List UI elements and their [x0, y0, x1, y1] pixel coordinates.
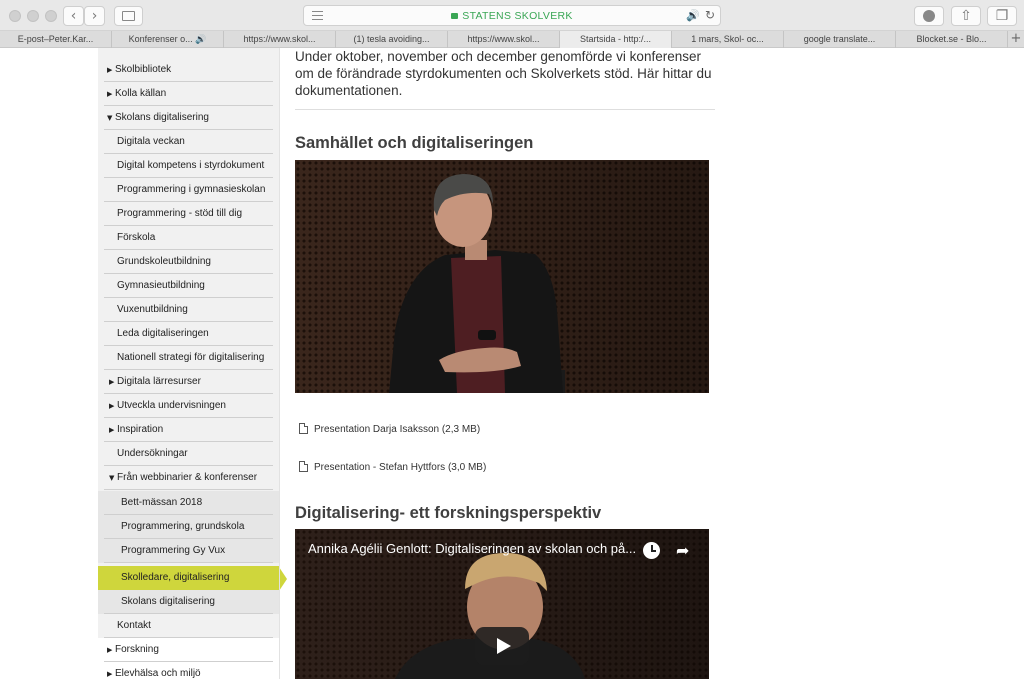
sidebar-item-programmering-grundskola[interactable]: Programmering, grundskola	[98, 515, 279, 539]
triangle-down-icon: ▼	[109, 474, 115, 482]
sidebar-icon	[122, 11, 135, 21]
tabs-icon: ❐	[995, 8, 1009, 24]
tab-item[interactable]: Konferenser o... 🔊	[112, 31, 224, 48]
sidebar-item-digitala-veckan[interactable]: Digitala veckan	[98, 130, 279, 154]
chevron-right-icon: ›	[91, 8, 98, 24]
selected-item-arrow	[279, 567, 287, 591]
section-heading: Samhället och digitaliseringen	[295, 134, 534, 152]
tabs-overview-button[interactable]: ❐	[987, 6, 1017, 26]
share-icon: ⇧	[960, 8, 972, 24]
triangle-right-icon: ▶	[107, 90, 113, 98]
main-content: Under oktober, november och december gen…	[295, 48, 715, 679]
download-link[interactable]: Presentation Darja Isaksson (2,3 MB)	[299, 421, 480, 437]
sidebar-item-nationell-strategi[interactable]: Nationell strategi för digitalisering	[98, 346, 279, 370]
tab-item-active[interactable]: Startsida - http:/...	[560, 31, 672, 48]
play-button[interactable]	[475, 627, 529, 665]
speaker-figure-1	[389, 174, 565, 393]
tab-item[interactable]: google translate...	[784, 31, 896, 48]
watch-later-icon[interactable]	[643, 542, 660, 559]
minimize-window-icon[interactable]	[27, 10, 39, 22]
forward-button[interactable]: ›	[84, 6, 105, 26]
divider	[295, 109, 715, 110]
triangle-right-icon: ▶	[109, 378, 115, 386]
sidebar-item-vuxenutbildning[interactable]: Vuxenutbildning	[98, 298, 279, 322]
triangle-right-icon: ▶	[109, 426, 115, 434]
share-arrow-icon[interactable]: ➦	[676, 541, 689, 560]
sidebar-item-kolla-kallan[interactable]: ▶ Kolla källan	[98, 82, 279, 106]
triangle-right-icon: ▶	[107, 646, 113, 654]
sidebar-item-programmering-gymnasieskolan[interactable]: Programmering i gymnasieskolan	[98, 178, 279, 202]
intro-text: Under oktober, november och december gen…	[295, 49, 712, 98]
sidebar-item-bett-massan[interactable]: Bett-mässan 2018	[98, 491, 279, 515]
download-link[interactable]: Presentation - Stefan Hyttfors (3,0 MB)	[299, 459, 486, 475]
sidebar-item-grundskoleutbildning[interactable]: Grundskoleutbildning	[98, 250, 279, 274]
chevron-left-icon: ‹	[70, 8, 77, 24]
downloads-button[interactable]	[914, 6, 944, 26]
tab-item[interactable]: https://www.skol...	[224, 31, 336, 48]
sidebar-item-skolans-digitalisering-sub[interactable]: Skolans digitalisering	[98, 590, 279, 614]
sidebar-item-inspiration[interactable]: ▶ Inspiration	[98, 418, 279, 442]
sidebar-item-programmering-gy-vux[interactable]: Programmering Gy Vux	[98, 539, 279, 563]
speaker-icon[interactable]: 🔊	[686, 9, 700, 22]
sidebar-item-webbinarier-konferenser[interactable]: ▼ Från webbinarier & konferenser	[98, 466, 279, 490]
triangle-down-icon: ▼	[107, 114, 113, 122]
triangle-right-icon: ▶	[109, 402, 115, 410]
share-button[interactable]: ⇧	[951, 6, 981, 26]
sidebar-item-digital-kompetens[interactable]: Digital kompetens i styrdokument	[98, 154, 279, 178]
sidebar-item-undersokningar[interactable]: Undersökningar	[98, 442, 279, 466]
sidebar-item-gymnasieutbildning[interactable]: Gymnasieutbildning	[98, 274, 279, 298]
close-window-icon[interactable]	[9, 10, 21, 22]
zoom-window-icon[interactable]	[45, 10, 57, 22]
sidebar-item-utveckla-undervisningen[interactable]: ▶ Utveckla undervisningen	[98, 394, 279, 418]
back-button[interactable]: ‹	[63, 6, 84, 26]
sidebar-toggle-button[interactable]	[114, 6, 143, 26]
sidebar-item-forskola[interactable]: Förskola	[98, 226, 279, 250]
sidebar-item-skolans-digitalisering[interactable]: ▼ Skolans digitalisering	[98, 106, 279, 130]
video-player-1[interactable]	[295, 160, 709, 393]
triangle-right-icon: ▶	[107, 66, 113, 74]
sidebar-nav: ▶ Skolbibliotek ▶ Kolla källan ▼ Skolans di…	[98, 48, 279, 679]
site-label: STATENS SKOLVERK	[462, 10, 573, 22]
address-bar[interactable]: STATENS SKOLVERK 🔊 ↻	[303, 5, 721, 26]
browser-toolbar: ‹ › STATENS SKOLVERK 🔊 ↻ ⇧ ❐	[0, 0, 1024, 31]
sidebar-item-forskning[interactable]: ▶ Forskning	[98, 638, 279, 662]
tab-bar: E-post–Peter.Kar... Konferenser o... 🔊 h…	[0, 31, 1024, 48]
tab-item[interactable]: E-post–Peter.Kar...	[0, 31, 112, 48]
video-player-2[interactable]: Annika Agélii Genlott: Digitaliseringen …	[295, 529, 709, 679]
triangle-right-icon: ▶	[107, 670, 113, 678]
sidebar-item-digitala-larresurser[interactable]: ▶ Digitala lärresurser	[98, 370, 279, 394]
sidebar-item-leda-digitaliseringen[interactable]: Leda digitaliseringen	[98, 322, 279, 346]
sidebar-divider	[279, 48, 280, 679]
pdf-icon	[299, 423, 308, 434]
new-tab-button[interactable]: +	[1008, 31, 1024, 47]
reload-icon[interactable]: ↻	[705, 8, 715, 22]
lock-icon	[451, 13, 459, 19]
sidebar-top-level-items: ▶ Forskning ▶ Elevhälsa och miljö	[98, 638, 279, 686]
section-heading: Digitalisering- ett forskningsperspektiv	[295, 504, 602, 522]
sidebar-item-kontakt[interactable]: Kontakt	[98, 614, 279, 638]
tab-item[interactable]: https://www.skol...	[448, 31, 560, 48]
tab-item[interactable]: Blocket.se - Blo...	[896, 31, 1008, 48]
sidebar-item-elevhalsa[interactable]: ▶ Elevhälsa och miljö	[98, 662, 279, 686]
video-title[interactable]: Annika Agélii Genlott: Digitaliseringen …	[308, 541, 638, 556]
download-icon	[923, 10, 935, 22]
tab-item[interactable]: 1 mars, Skol- oc...	[672, 31, 784, 48]
sidebar-item-programmering-stod[interactable]: Programmering - stöd till dig	[98, 202, 279, 226]
tab-item[interactable]: (1) tesla avoiding...	[336, 31, 448, 48]
sidebar-item-skolledare-digitalisering[interactable]: Skolledare, digitalisering	[98, 566, 279, 590]
pdf-icon	[299, 461, 308, 472]
sidebar-item-skolbibliotek[interactable]: ▶ Skolbibliotek	[98, 58, 279, 82]
